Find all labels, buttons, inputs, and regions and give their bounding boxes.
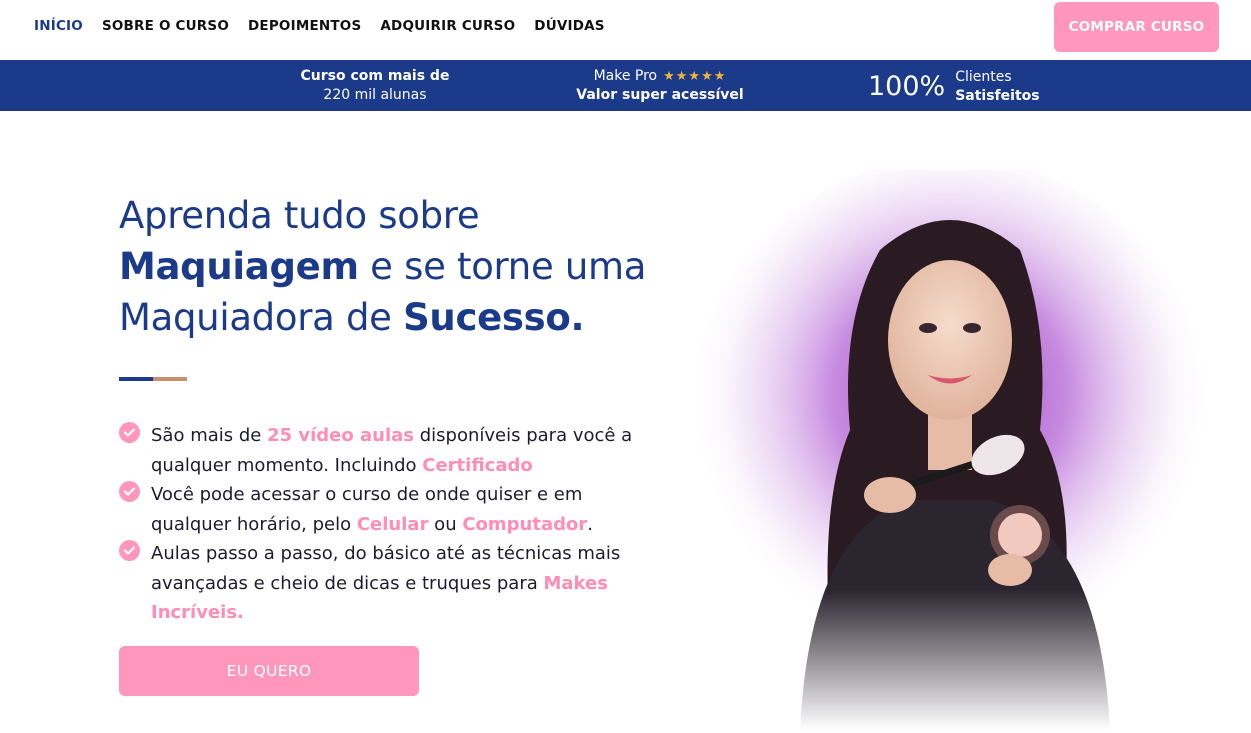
rating-line2: Valor super acessível	[576, 87, 744, 103]
other-hand-shape	[988, 554, 1032, 586]
nav-link-sobre-o-curso[interactable]: SOBRE O CURSO	[102, 18, 229, 34]
feature-highlight: Celular	[356, 513, 429, 535]
face-shape	[888, 260, 1012, 420]
portrait-illustration	[680, 158, 1220, 730]
nav-link-duvidas[interactable]: DÚVIDAS	[534, 18, 604, 34]
check-circle-icon	[119, 540, 140, 561]
check-circle-icon	[119, 481, 140, 502]
students-count-block: Curso com mais de 220 mil alunas	[280, 67, 470, 105]
headline-part3: e se torne uma	[370, 245, 647, 288]
divider-tan	[153, 377, 187, 381]
feature-text: .	[587, 513, 593, 535]
rating-label: Make Pro	[593, 68, 658, 84]
rating-block: Make Pro ★★★★★ Valor super acessível	[560, 67, 760, 105]
headline-maquiagem: Maquiagem	[119, 245, 359, 288]
instructor-portrait	[680, 158, 1220, 730]
compact-powder	[998, 513, 1042, 557]
headline-sucesso: Sucesso.	[403, 296, 585, 339]
right-eye	[963, 323, 981, 333]
main-menu: INÍCIO SOBRE O CURSO DEPOIMENTOS ADQUIRI…	[34, 18, 605, 34]
feature-text: ou	[428, 513, 463, 535]
feature-highlight: 25 vídeo aulas	[267, 425, 415, 446]
bottom-fade	[680, 590, 1220, 730]
headline-part1: Aprenda tudo sobre	[119, 194, 480, 237]
top-navigation: INÍCIO SOBRE O CURSO DEPOIMENTOS ADQUIRI…	[0, 0, 1251, 60]
students-line1: Curso com mais de	[300, 68, 450, 84]
feature-highlight: Certificado	[422, 454, 533, 476]
feature-item: Aulas passo a passo, do básico até as té…	[119, 539, 659, 628]
five-stars-icon: ★★★★★	[663, 69, 727, 84]
feature-list: São mais de 25 vídeo aulas disponíveis p…	[119, 421, 659, 628]
satisfaction-percent: 100%	[868, 71, 946, 102]
feature-highlight: Computador	[462, 513, 588, 535]
headline-part4: Maquiadora de	[119, 296, 392, 339]
info-strip: Curso com mais de 220 mil alunas Make Pr…	[0, 60, 1251, 111]
satisfaction-line1: Clientes	[955, 69, 1012, 85]
nav-link-depoimentos[interactable]: DEPOIMENTOS	[248, 18, 361, 34]
satisfaction-line2: Satisfeitos	[955, 88, 1040, 104]
buy-course-button[interactable]: COMPRAR CURSO	[1054, 2, 1219, 52]
headline-divider	[119, 377, 187, 381]
left-eye	[919, 323, 937, 333]
nav-link-adquirir-curso[interactable]: ADQUIRIR CURSO	[380, 18, 515, 34]
check-circle-icon	[119, 422, 140, 443]
feature-item: Você pode acessar o curso de onde quiser…	[119, 480, 659, 539]
hero-headline: Aprenda tudo sobre Maquiagem e se torne …	[119, 190, 679, 343]
students-line2: 220 mil alunas	[323, 87, 427, 103]
rating-line1: Make Pro ★★★★★	[560, 67, 760, 86]
feature-text: São mais de	[151, 425, 268, 446]
feature-item: São mais de 25 vídeo aulas disponíveis p…	[119, 421, 659, 480]
hand-shape	[864, 477, 916, 513]
divider-blue	[119, 377, 153, 381]
satisfaction-text: Clientes Satisfeitos	[955, 68, 1039, 106]
satisfaction-block: 100% Clientes Satisfeitos	[868, 67, 1068, 107]
eu-quero-button[interactable]: EU QUERO	[119, 646, 419, 696]
nav-link-inicio[interactable]: INÍCIO	[34, 18, 83, 34]
